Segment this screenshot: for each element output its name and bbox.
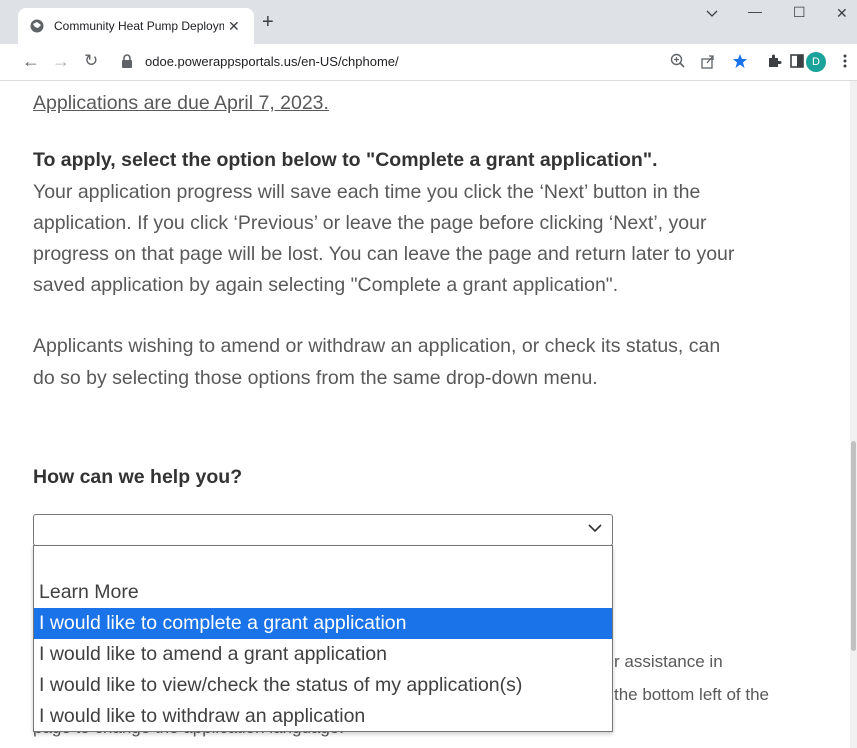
- due-date-link[interactable]: Applications are due April 7, 2023.: [33, 88, 833, 118]
- amend-text-line: do so by selecting those options from th…: [33, 367, 598, 389]
- more-menu-icon[interactable]: [842, 53, 848, 69]
- tab-close-icon[interactable]: ✕: [228, 18, 240, 35]
- back-arrow-icon[interactable]: ←: [22, 51, 40, 71]
- zoom-icon[interactable]: [670, 53, 686, 69]
- help-heading: How can we help you?: [33, 466, 243, 488]
- dropdown-option-blank[interactable]: [34, 546, 612, 577]
- background-text-fragment: r assistance in: [614, 652, 723, 671]
- side-panel-icon[interactable]: [790, 53, 804, 69]
- dropdown-option-check-status[interactable]: I would like to view/check the status of…: [34, 670, 612, 701]
- amend-text-line: Applicants wishing to amend or withdraw …: [33, 335, 721, 357]
- new-tab-button[interactable]: +: [262, 12, 274, 32]
- dropdown-option-learn-more[interactable]: Learn More: [34, 577, 612, 608]
- tab-title: Community Heat Pump Deploym: [54, 19, 224, 33]
- page-content: Applications are due April 7, 2023. To a…: [0, 81, 850, 748]
- page-scrollbar[interactable]: [850, 81, 857, 748]
- window-close-button[interactable]: ✕: [836, 5, 848, 22]
- apply-text-line: progress on that page will be lost. You …: [33, 243, 735, 265]
- chevron-down-icon: [588, 524, 602, 533]
- dropdown-option-amend-application[interactable]: I would like to amend a grant applicatio…: [34, 639, 612, 670]
- apply-text-line: saved application by again selecting "Co…: [33, 274, 619, 296]
- profile-avatar[interactable]: D: [806, 52, 826, 72]
- apply-text-line: application. If you click ‘Previous’ or …: [33, 212, 707, 234]
- globe-icon: [30, 19, 44, 33]
- reload-icon[interactable]: ↻: [84, 51, 98, 71]
- chevron-down-icon[interactable]: [706, 10, 718, 18]
- help-select[interactable]: [33, 514, 613, 546]
- dropdown-option-withdraw-application[interactable]: I would like to withdraw an application: [34, 701, 612, 732]
- help-dropdown-list: Learn More I would like to complete a gr…: [33, 545, 613, 732]
- maximize-button[interactable]: ☐: [793, 4, 806, 21]
- address-bar[interactable]: odoe.powerappsportals.us/en-US/chphome/: [113, 49, 643, 75]
- browser-toolbar: ← → ↻ odoe.powerappsportals.us/en-US/chp…: [0, 44, 857, 81]
- scrollbar-thumb[interactable]: [851, 441, 856, 651]
- minimize-button[interactable]: —: [748, 3, 762, 19]
- apply-heading: To apply, select the option below to "Co…: [33, 149, 658, 171]
- apply-text-line: Your application progress will save each…: [33, 181, 701, 203]
- lock-icon[interactable]: [121, 54, 133, 68]
- share-icon[interactable]: [700, 53, 716, 69]
- dropdown-option-complete-application[interactable]: I would like to complete a grant applica…: [34, 608, 612, 639]
- forward-arrow-icon[interactable]: →: [52, 51, 70, 71]
- extensions-puzzle-icon[interactable]: [766, 53, 782, 69]
- star-icon[interactable]: [732, 53, 748, 69]
- browser-tab[interactable]: Community Heat Pump Deploym ✕: [18, 8, 254, 44]
- browser-tabstrip: Community Heat Pump Deploym ✕ + — ☐ ✕: [0, 0, 857, 44]
- url-text: odoe.powerappsportals.us/en-US/chphome/: [145, 54, 399, 69]
- background-text-fragment: the bottom left of the: [614, 685, 769, 704]
